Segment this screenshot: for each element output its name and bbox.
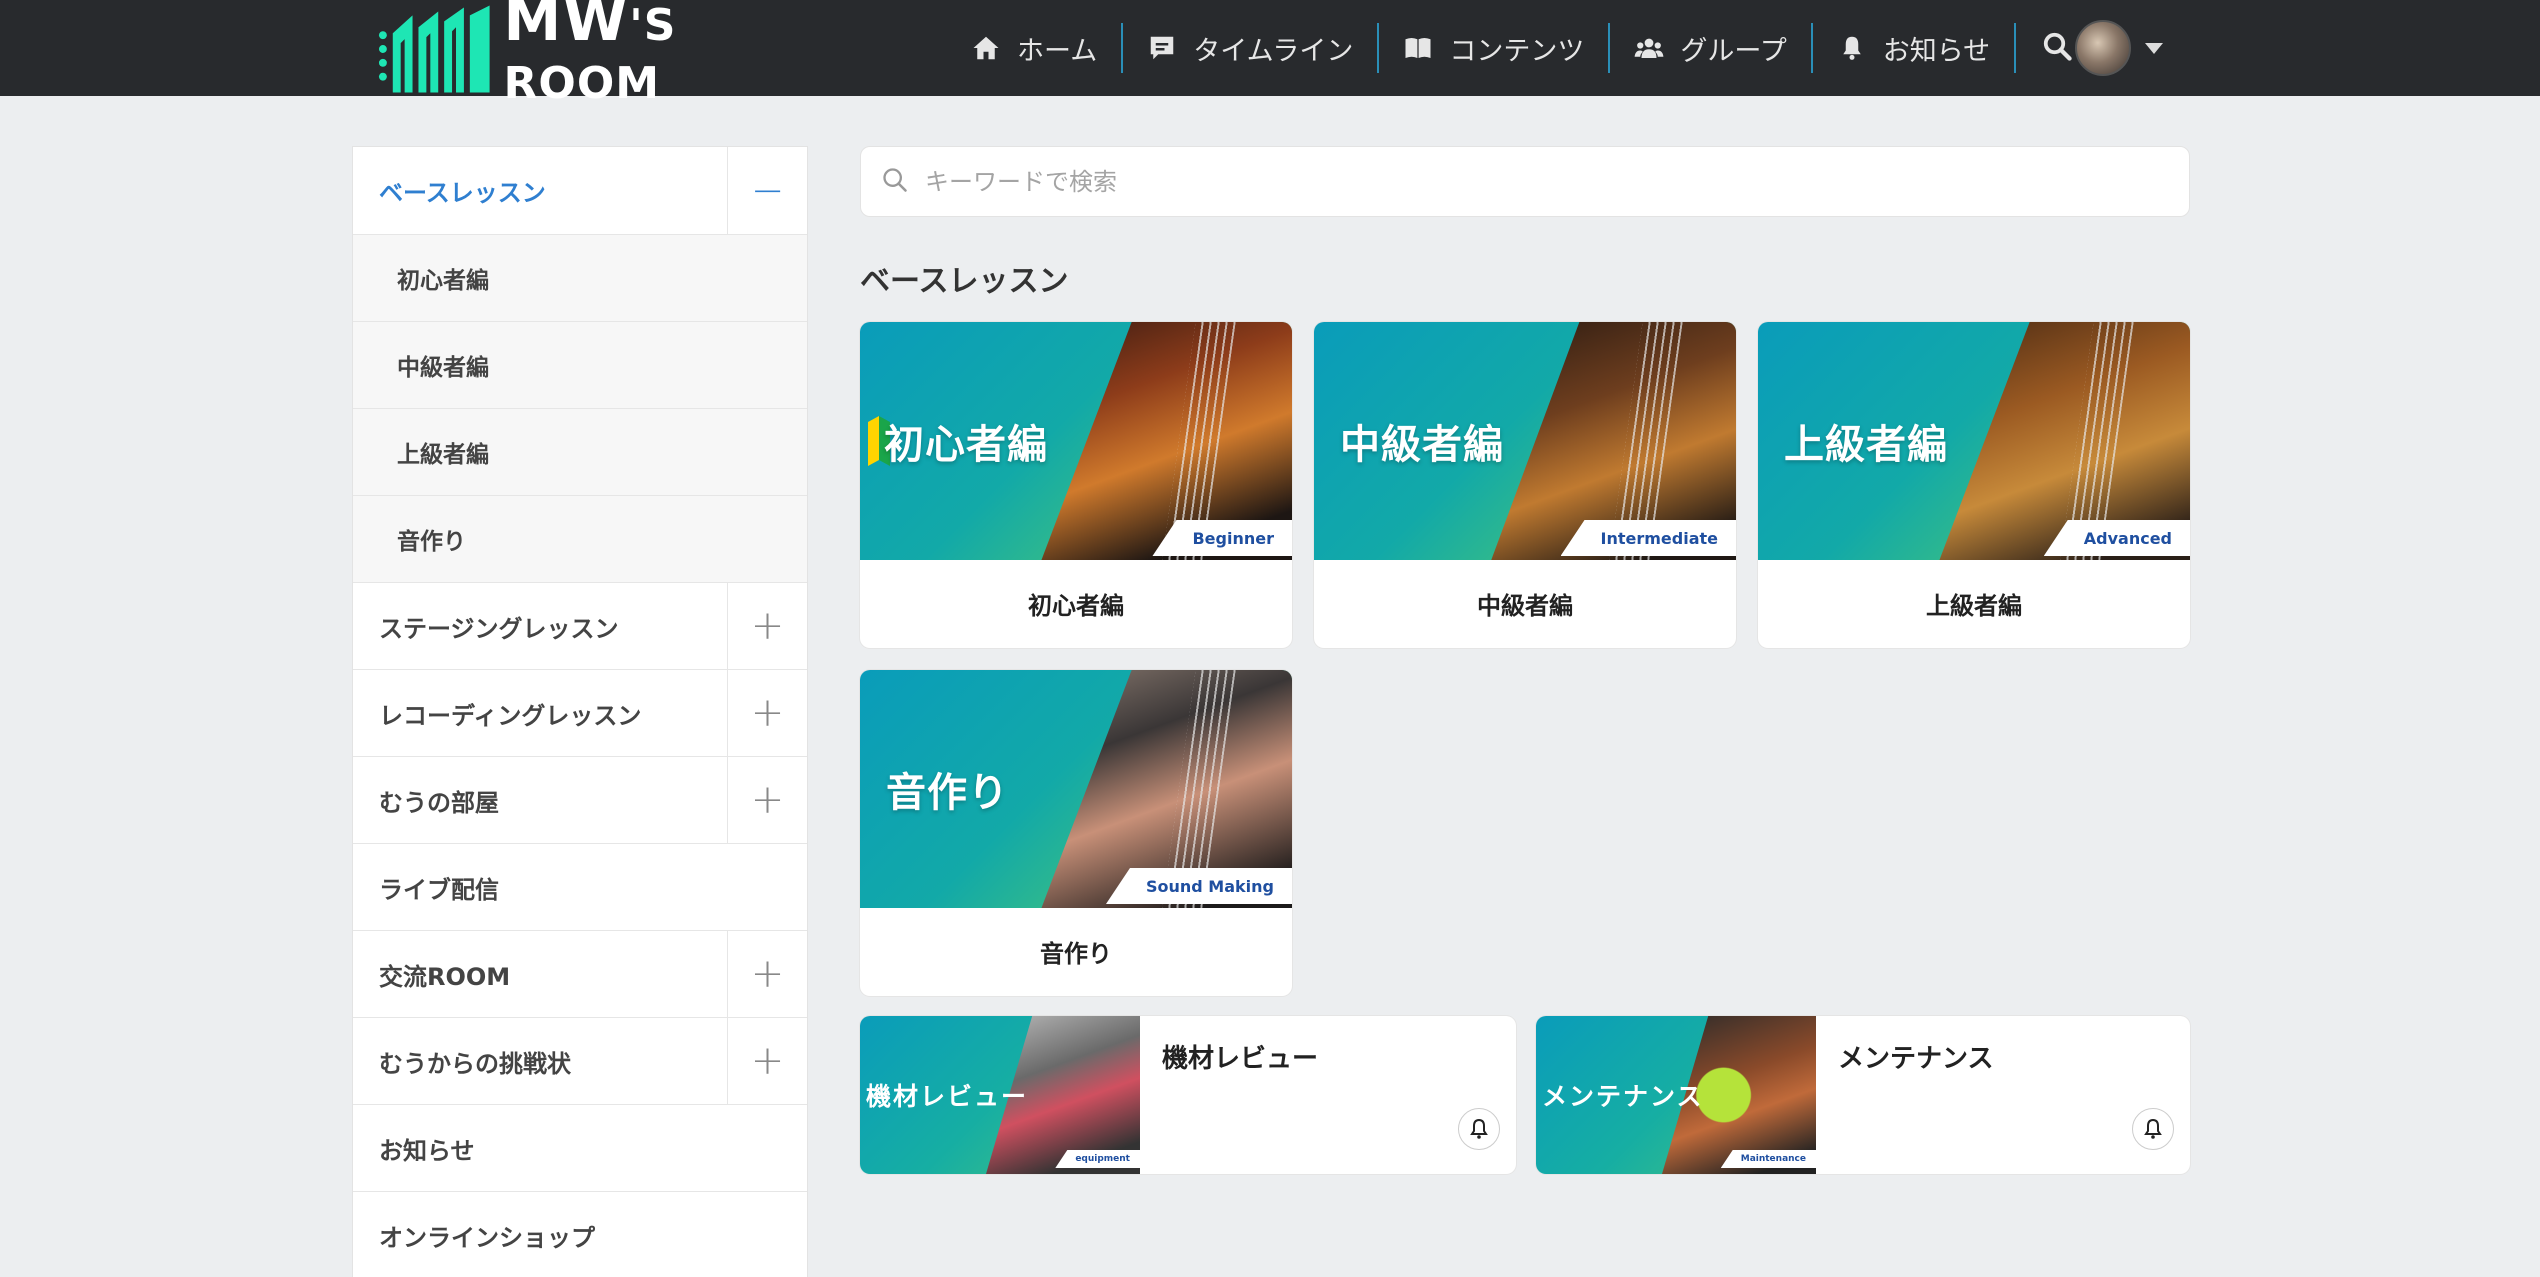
expand-icon[interactable]: + bbox=[727, 757, 807, 843]
nav-group[interactable]: グループ bbox=[1608, 23, 1810, 73]
expand-icon[interactable]: + bbox=[727, 931, 807, 1017]
card-thumbnail-title: 初心者編 bbox=[884, 422, 1048, 468]
content-card-intermediate[interactable]: 中級者編 Intermediate 中級者編 bbox=[1314, 322, 1736, 648]
sidebar-item-news[interactable]: お知らせ bbox=[353, 1104, 807, 1191]
card-thumbnail: 上級者編 Advanced bbox=[1758, 322, 2190, 560]
bell-icon bbox=[1470, 1118, 1488, 1139]
search-input[interactable] bbox=[925, 167, 2125, 196]
logo-main: MW bbox=[503, 0, 630, 54]
sidebar-subitem-sound-making[interactable]: 音作り bbox=[353, 495, 807, 582]
sidebar-item-online-shop[interactable]: オンラインショップ bbox=[353, 1191, 807, 1277]
home-icon bbox=[971, 33, 1001, 63]
sidebar-item-label: 音作り bbox=[397, 529, 466, 555]
expand-icon[interactable]: + bbox=[727, 670, 807, 756]
nav-notifications-label: お知らせ bbox=[1882, 35, 1991, 67]
search-icon bbox=[2042, 31, 2072, 65]
card-thumbnail: 中級者編 Intermediate bbox=[1314, 322, 1736, 560]
content-card-beginner[interactable]: 初心者編 Beginner 初心者編 bbox=[860, 322, 1292, 648]
search-icon bbox=[881, 166, 909, 198]
card-thumbnail-title: メンテナンス bbox=[1542, 1082, 1704, 1111]
card-thumbnail: 初心者編 Beginner bbox=[860, 322, 1292, 560]
sidebar-item-label: 交流ROOM bbox=[379, 962, 511, 991]
sidebar-item-label: ベースレッスン bbox=[379, 179, 546, 207]
sidebar-item-label: レコーディングレッスン bbox=[379, 701, 642, 730]
nav-group-label: グループ bbox=[1680, 35, 1787, 67]
expand-icon[interactable]: + bbox=[727, 583, 807, 669]
card-caption: 音作り bbox=[1040, 940, 1112, 968]
sidebar-item-staging-lesson[interactable]: ステージングレッスン + bbox=[353, 582, 807, 669]
group-card-maintenance[interactable]: メンテナンス Maintenance メンテナンス bbox=[1536, 1016, 2190, 1174]
sidebar-item-label: オンラインショップ bbox=[379, 1223, 595, 1252]
group-card-equipment-review[interactable]: 機材レビュー equipment 機材レビュー bbox=[860, 1016, 1516, 1174]
card-thumbnail: メンテナンス Maintenance bbox=[1536, 1016, 1816, 1174]
nav-notifications[interactable]: お知らせ bbox=[1810, 23, 2014, 73]
sidebar-item-label: 上級者編 bbox=[397, 442, 489, 468]
sidebar-item-challenge[interactable]: むうからの挑戦状 + bbox=[353, 1017, 807, 1104]
nav-home[interactable]: ホーム bbox=[955, 23, 1121, 73]
logo-text: MW'S ROOM bbox=[504, 0, 845, 107]
main-nav: ホーム タイムライン コンテンツ グループ お知らせ bbox=[955, 0, 2098, 96]
sidebar-item-muu-room[interactable]: むうの部屋 + bbox=[353, 756, 807, 843]
card-thumbnail-title: 機材レビュー bbox=[866, 1082, 1029, 1111]
level-tag: Intermediate bbox=[1560, 520, 1736, 556]
chevron-down-icon bbox=[2145, 42, 2163, 54]
sidebar-item-label: ライブ配信 bbox=[379, 875, 499, 904]
sidebar: ベースレッスン − 初心者編 中級者編 上級者編 音作り ステージングレッスン … bbox=[352, 146, 808, 1277]
category-tag: equipment bbox=[1055, 1150, 1140, 1168]
book-icon bbox=[1403, 33, 1433, 63]
sidebar-item-label: むうの部屋 bbox=[379, 788, 499, 817]
sidebar-item-live-stream[interactable]: ライブ配信 bbox=[353, 843, 807, 930]
card-thumbnail-title: 上級者編 bbox=[1784, 422, 1948, 468]
nav-timeline-label: タイムライン bbox=[1193, 35, 1354, 67]
level-tag: Beginner bbox=[1152, 520, 1292, 556]
nav-contents-label: コンテンツ bbox=[1449, 35, 1585, 67]
comment-icon bbox=[1147, 33, 1177, 63]
sidebar-subitem-intermediate[interactable]: 中級者編 bbox=[353, 321, 807, 408]
bell-icon bbox=[2144, 1118, 2162, 1139]
category-tag: Maintenance bbox=[1720, 1150, 1816, 1168]
sidebar-item-recording-lesson[interactable]: レコーディングレッスン + bbox=[353, 669, 807, 756]
site-logo[interactable]: MW'S ROOM bbox=[375, 0, 845, 106]
sidebar-item-label: むうからの挑戦状 bbox=[379, 1049, 571, 1078]
sidebar-item-label: 中級者編 bbox=[397, 355, 489, 381]
sidebar-item-base-lesson[interactable]: ベースレッスン − bbox=[353, 147, 807, 234]
top-navbar: MW'S ROOM ホーム タイムライン コンテンツ グループ お知らせ bbox=[0, 0, 2540, 106]
collapse-icon[interactable]: − bbox=[727, 147, 807, 234]
level-tag: Advanced bbox=[2043, 520, 2190, 556]
content-card-sound-making[interactable]: 音作り Sound Making 音作り bbox=[860, 670, 1292, 996]
sidebar-item-community-room[interactable]: 交流ROOM + bbox=[353, 930, 807, 1017]
nav-home-label: ホーム bbox=[1017, 35, 1098, 67]
sidebar-subitem-advanced[interactable]: 上級者編 bbox=[353, 408, 807, 495]
section-title: ベースレッスン bbox=[860, 264, 1069, 299]
users-icon bbox=[1634, 33, 1664, 63]
notification-bell-button[interactable] bbox=[1458, 1108, 1500, 1150]
card-title: メンテナンス bbox=[1838, 1044, 1994, 1074]
level-tag: Sound Making bbox=[1105, 868, 1292, 904]
sidebar-subitem-beginner[interactable]: 初心者編 bbox=[353, 234, 807, 321]
card-thumbnail-title: 中級者編 bbox=[1340, 422, 1504, 468]
card-thumbnail: 音作り Sound Making bbox=[860, 670, 1292, 908]
user-menu[interactable] bbox=[2075, 20, 2163, 76]
sidebar-item-label: お知らせ bbox=[379, 1136, 475, 1165]
sidebar-item-label: ステージングレッスン bbox=[379, 614, 619, 643]
sidebar-item-label: 初心者編 bbox=[397, 268, 489, 294]
card-caption: 初心者編 bbox=[1028, 592, 1124, 620]
notification-bell-button[interactable] bbox=[2132, 1108, 2174, 1150]
expand-icon[interactable]: + bbox=[727, 1018, 807, 1104]
nav-timeline[interactable]: タイムライン bbox=[1121, 23, 1377, 73]
card-thumbnail-title: 音作り bbox=[886, 770, 1009, 816]
card-thumbnail: 機材レビュー equipment bbox=[860, 1016, 1140, 1174]
avatar[interactable] bbox=[2075, 20, 2131, 76]
bell-icon bbox=[1837, 33, 1867, 63]
card-caption: 上級者編 bbox=[1926, 592, 2022, 620]
card-title: 機材レビュー bbox=[1162, 1044, 1319, 1074]
logo-mark-icon bbox=[378, 5, 490, 93]
card-caption: 中級者編 bbox=[1477, 592, 1573, 620]
content-card-advanced[interactable]: 上級者編 Advanced 上級者編 bbox=[1758, 322, 2190, 648]
keyword-search-box bbox=[860, 146, 2190, 217]
nav-contents[interactable]: コンテンツ bbox=[1377, 23, 1608, 73]
